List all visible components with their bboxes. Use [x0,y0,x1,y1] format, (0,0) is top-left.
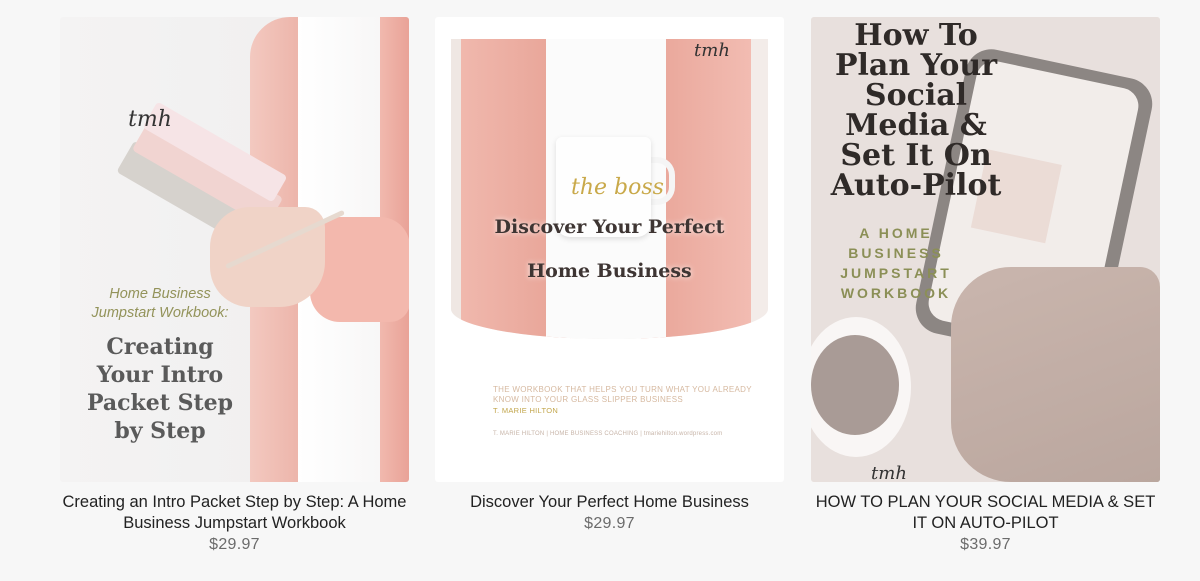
product-card[interactable]: tmh Home Business Jumpstart Workbook: Cr… [60,17,409,554]
cover-title: Creating Your Intro Packet Step by Step [86,334,234,444]
cover-subtitle: Home Business Jumpstart Workbook: [91,286,229,321]
product-info: HOW TO PLAN YOUR SOCIAL MEDIA & SET IT O… [811,492,1160,554]
cover-headline: Home Business [527,260,692,282]
product-info: Creating an Intro Packet Step by Step: A… [60,492,409,554]
product-title-link[interactable]: Discover Your Perfect Home Business [435,492,784,513]
brand-logo: tmh [128,106,172,132]
cover-headline: Discover Your Perfect [494,216,725,238]
cover-author: T. MARIE HILTON [493,406,559,415]
cover-tagline: THE WORKBOOK THAT HELPS YOU TURN WHAT YO… [493,385,752,404]
brand-logo: tmh [694,39,730,61]
product-cover-image[interactable]: tmh Home Business Jumpstart Workbook: Cr… [60,17,409,482]
product-price: $39.97 [960,536,1011,553]
cover-subtitle: A HOME BUSINESS JUMPSTART WORKBOOK [840,225,952,301]
cover-title: How To Plan Your Social Media & Set It O… [830,18,1002,203]
cover-footer: T. MARIE HILTON | HOME BUSINESS COACHING… [493,431,723,437]
product-card[interactable]: the boss tmh Discover Your Perfect Home … [435,17,784,533]
product-card[interactable]: How To Plan Your Social Media & Set It O… [811,17,1160,554]
product-cover-image[interactable]: How To Plan Your Social Media & Set It O… [811,17,1160,482]
mug-text: the boss [571,175,664,200]
product-cover-image[interactable]: the boss tmh Discover Your Perfect Home … [435,17,784,482]
product-price: $29.97 [209,536,260,553]
cover-illustration: the boss [451,39,768,339]
product-price: $29.97 [584,515,635,532]
product-title-link[interactable]: Creating an Intro Packet Step by Step: A… [60,492,409,534]
product-title-link[interactable]: HOW TO PLAN YOUR SOCIAL MEDIA & SET IT O… [811,492,1160,534]
product-info: Discover Your Perfect Home Business $29.… [435,492,784,533]
